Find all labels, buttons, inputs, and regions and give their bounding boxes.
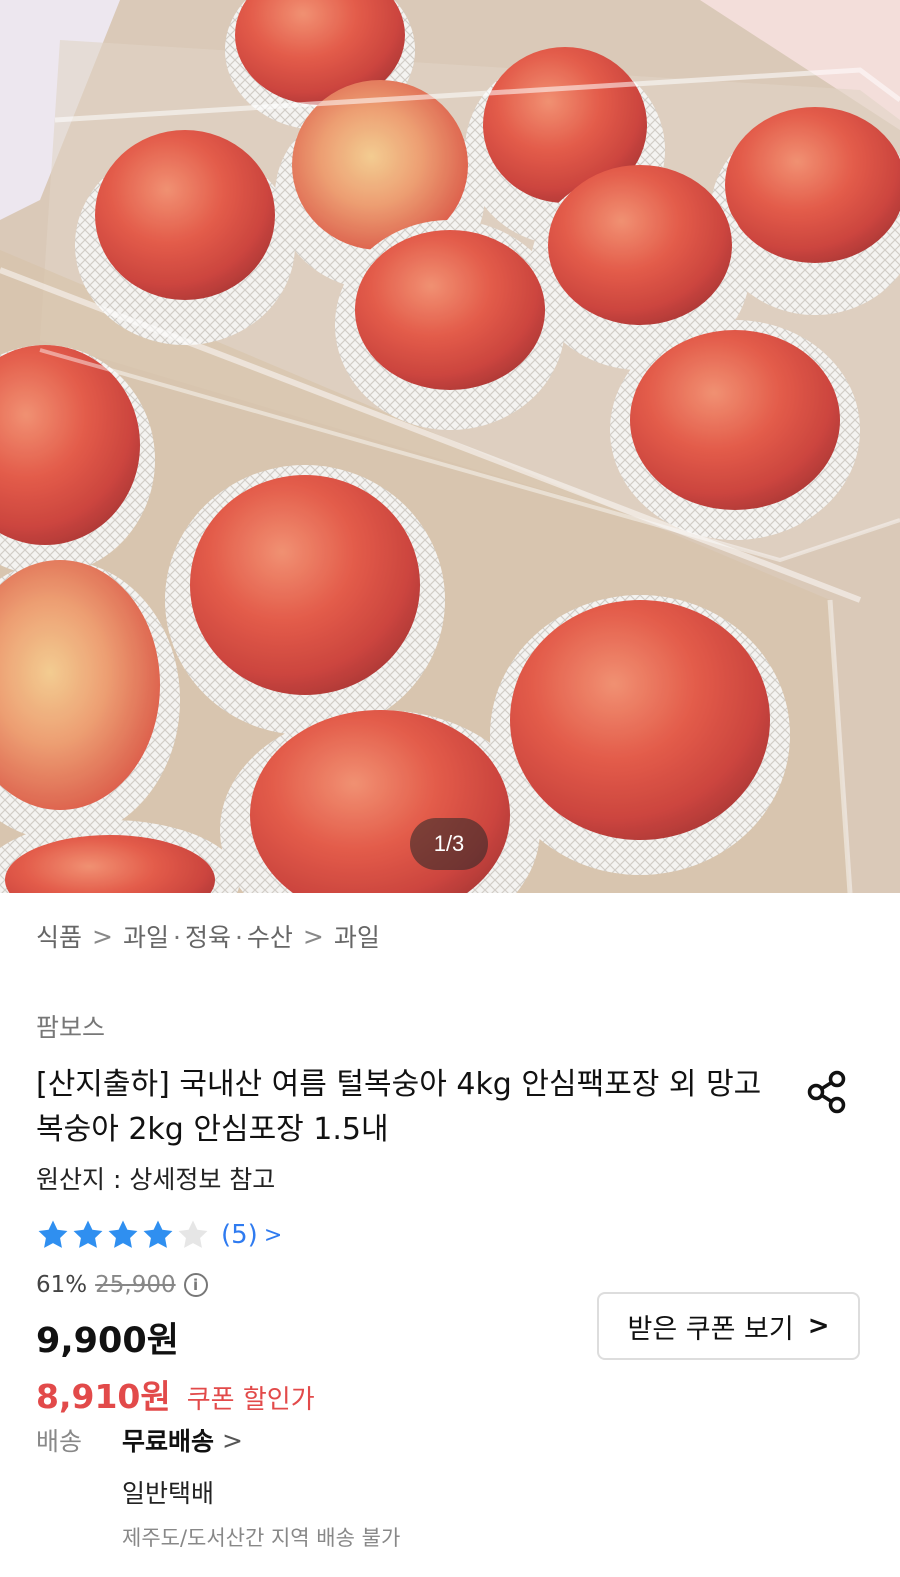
chevron-right-icon: > bbox=[302, 921, 324, 951]
breadcrumb-item-food[interactable]: 식품 bbox=[36, 918, 82, 954]
peach-product-photo bbox=[0, 0, 900, 893]
info-icon[interactable]: i bbox=[183, 1273, 208, 1297]
view-coupons-label: 받은 쿠폰 보기 bbox=[627, 1313, 794, 1345]
shipping-label: 배송 bbox=[36, 1427, 83, 1456]
breadcrumb-item-fruit[interactable]: 과일 bbox=[334, 918, 380, 954]
view-coupons-button[interactable]: 받은 쿠폰 보기 > bbox=[597, 1292, 860, 1360]
chevron-right-icon: > bbox=[807, 1311, 830, 1341]
breadcrumb-sub-fruit: 과일 bbox=[122, 923, 169, 952]
coupon-price-label: 쿠폰 할인가 bbox=[186, 1385, 315, 1415]
free-shipping-link[interactable]: 무료배송 > bbox=[122, 1422, 243, 1458]
seller-name[interactable]: 팜보스 bbox=[36, 1008, 105, 1044]
star-filled-icon bbox=[108, 1220, 138, 1248]
breadcrumb-sub-meat: 정육 bbox=[184, 923, 231, 952]
star-filled-icon bbox=[38, 1220, 68, 1248]
shipping-method: 일반택배 bbox=[122, 1479, 215, 1508]
discount-row: 61% 25,900 i bbox=[36, 1272, 208, 1298]
origin-info: 원산지 : 상세정보 참고 bbox=[36, 1165, 276, 1194]
share-icon[interactable] bbox=[806, 1070, 848, 1114]
breadcrumb-dot: · bbox=[172, 923, 181, 952]
original-price: 25,900 bbox=[95, 1272, 176, 1298]
product-title: [산지출하] 국내산 여름 털복숭아 4kg 안심팩포장 외 망고복숭아 2kg… bbox=[36, 1067, 762, 1147]
image-counter: 1/3 bbox=[410, 818, 488, 870]
star-empty-icon bbox=[178, 1220, 208, 1248]
chevron-right-icon: > bbox=[222, 1425, 243, 1455]
breadcrumb-item-fruit-meat-seafood[interactable]: 과일 · 정육 · 수산 bbox=[123, 918, 293, 954]
breadcrumb: 식품 > 과일 · 정육 · 수산 > 과일 bbox=[36, 918, 380, 954]
star-rating bbox=[36, 1218, 211, 1252]
shipping-note: 제주도/도서산간 지역 배송 불가 bbox=[122, 1526, 401, 1550]
breadcrumb-dot: · bbox=[234, 923, 243, 952]
sale-price: 9,900원 bbox=[36, 1321, 179, 1361]
chevron-right-icon: > bbox=[263, 1222, 283, 1248]
shipping-type: 무료배송 bbox=[122, 1427, 215, 1456]
rating[interactable]: (5) > bbox=[36, 1218, 282, 1252]
review-count-link[interactable]: (5) > bbox=[221, 1220, 282, 1250]
review-count: (5) bbox=[221, 1220, 258, 1250]
star-filled-icon bbox=[143, 1220, 173, 1248]
star-filled-icon bbox=[73, 1220, 103, 1248]
coupon-price-row: 8,910원 쿠폰 할인가 bbox=[36, 1370, 315, 1418]
coupon-price: 8,910원 bbox=[36, 1377, 171, 1416]
product-image[interactable]: 1/3 bbox=[0, 0, 900, 893]
breadcrumb-sub-seafood: 수산 bbox=[246, 923, 293, 952]
chevron-right-icon: > bbox=[92, 921, 113, 951]
discount-rate: 61% bbox=[36, 1272, 88, 1298]
